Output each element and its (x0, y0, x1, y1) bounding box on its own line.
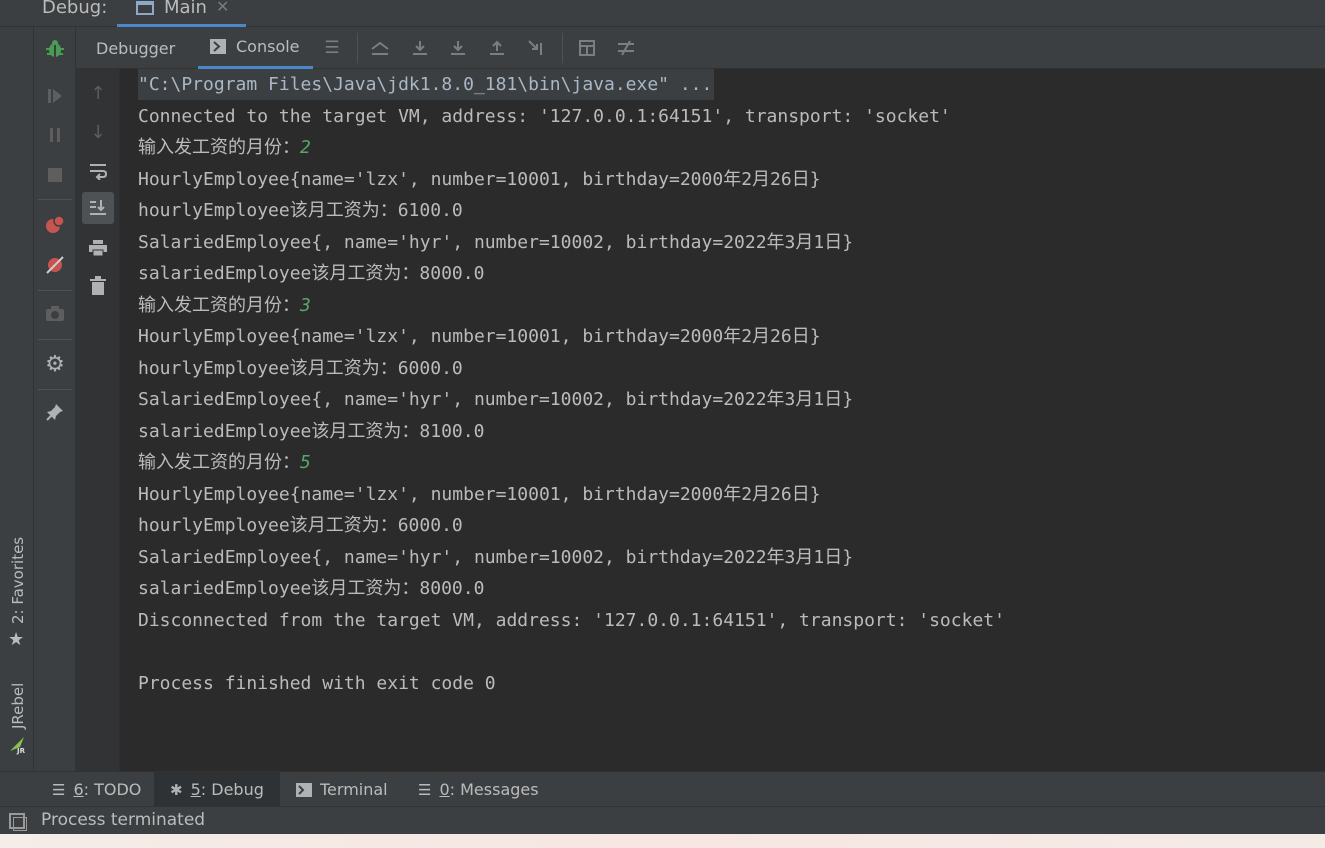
tab-debugger-label: Debugger (96, 38, 176, 58)
layout-menu-icon[interactable]: ☰ (320, 36, 344, 60)
status-text: Process terminated (41, 810, 206, 830)
separator (38, 199, 72, 200)
debugger-toolbar: Debugger Console ☰ (76, 27, 1325, 69)
debug-tab[interactable]: ✱ 5: Debug (154, 772, 280, 807)
show-execution-point-icon[interactable] (368, 36, 392, 60)
soft-wrap-icon[interactable] (82, 155, 114, 187)
messages-icon: ☰ (418, 780, 432, 799)
print-icon[interactable] (82, 232, 114, 264)
left-tool-strip: 2: Favorites ★ JRebel JR (0, 27, 34, 771)
step-into-icon[interactable] (446, 36, 470, 60)
stop-icon[interactable] (43, 163, 67, 187)
console-line: SalariedEmployee{, name='hyr', number=10… (138, 232, 854, 253)
terminal-icon (296, 782, 312, 797)
settings-gear-icon[interactable]: ⚙ (43, 352, 67, 377)
desktop-background (0, 834, 1325, 848)
separator (38, 290, 72, 291)
trash-icon[interactable] (82, 270, 114, 302)
console-line: HourlyEmployee{name='lzx', number=10001,… (138, 169, 821, 190)
console-line: HourlyEmployee{name='lzx', number=10001,… (138, 484, 821, 505)
console-line: hourlyEmployee该月工资为：6000.0 (138, 358, 463, 379)
console-line: hourlyEmployee该月工资为：6000.0 (138, 515, 463, 536)
separator (38, 339, 72, 340)
jrebel-badge: JR (17, 747, 25, 755)
run-tab-label: Main (164, 0, 207, 18)
console-line: 输入发工资的月份：5 (138, 452, 311, 473)
console-line: "C:\Program Files\Java\jdk1.8.0_181\bin\… (138, 69, 715, 100)
console-icon (210, 39, 226, 54)
run-to-cursor-icon[interactable] (525, 36, 549, 60)
jrebel-tab[interactable]: JRebel JR (0, 677, 34, 762)
pin-icon[interactable] (43, 400, 67, 424)
tab-debugger[interactable]: Debugger (96, 27, 175, 69)
console-line: HourlyEmployee{name='lzx', number=10001,… (138, 326, 821, 347)
favorites-label: 2: Favorites (9, 536, 27, 624)
debug-bug-icon[interactable] (43, 37, 67, 61)
console-line: salariedEmployee该月工资为：8000.0 (138, 578, 485, 599)
run-tab-main[interactable]: Main ✕ (117, 0, 246, 27)
tool-windows-icon[interactable] (9, 813, 27, 831)
jrebel-label: JRebel (9, 682, 27, 729)
console-line: 输入发工资的月份：2 (138, 137, 311, 158)
step-over-icon[interactable] (408, 36, 432, 60)
user-input: 3 (300, 295, 311, 316)
status-bar: Process terminated (0, 806, 1325, 834)
console-line: salariedEmployee该月工资为：8100.0 (138, 421, 485, 442)
debug-title-bar: Debug: Main ✕ (0, 0, 1325, 27)
application-icon (136, 1, 154, 15)
close-tab-icon[interactable]: ✕ (216, 0, 229, 16)
mute-breakpoints-icon[interactable] (43, 253, 67, 277)
console-line: SalariedEmployee{, name='hyr', number=10… (138, 547, 854, 568)
terminal-tab[interactable]: Terminal (288, 772, 396, 807)
console-line: Disconnected from the target VM, address… (138, 610, 1005, 631)
scroll-to-end-icon[interactable] (82, 192, 114, 224)
up-arrow-icon[interactable]: ↑ (82, 77, 114, 109)
messages-tab[interactable]: ☰ 0: Messages (410, 772, 547, 807)
tab-console[interactable]: Console (198, 27, 313, 69)
debug-actions-column: ⚙ (34, 27, 76, 771)
view-breakpoints-icon[interactable] (43, 213, 67, 237)
evaluate-expression-icon[interactable] (575, 36, 599, 60)
step-out-icon[interactable] (485, 36, 509, 60)
separator (562, 33, 563, 63)
separator (357, 33, 358, 63)
bug-icon: ✱ (170, 780, 183, 799)
debug-label: Debug: (42, 0, 108, 18)
separator (38, 389, 72, 390)
todo-tab[interactable]: ☰ 6: TODO (42, 772, 151, 807)
user-input: 5 (300, 452, 311, 473)
console-side-toolbar: ↑ ↓ (76, 69, 120, 771)
tab-console-label: Console (236, 37, 300, 56)
favorites-tab[interactable]: 2: Favorites ★ (0, 532, 34, 662)
console-output[interactable]: "C:\Program Files\Java\jdk1.8.0_181\bin\… (120, 69, 1325, 771)
resume-program-icon[interactable] (43, 84, 67, 108)
user-input: 2 (300, 137, 311, 158)
console-line: Connected to the target VM, address: '12… (138, 106, 951, 127)
pause-program-icon[interactable] (43, 123, 67, 147)
bottom-tool-bar: ☰ 6: TODO ✱ 5: Debug Terminal ☰ 0: Messa… (0, 771, 1325, 807)
console-line: Process finished with exit code 0 (138, 673, 496, 694)
console-line: SalariedEmployee{, name='hyr', number=10… (138, 389, 854, 410)
console-line: 输入发工资的月份：3 (138, 295, 311, 316)
list-icon: ☰ (52, 780, 66, 799)
star-icon: ★ (8, 629, 25, 650)
console-line: salariedEmployee该月工资为：8000.0 (138, 263, 485, 284)
down-arrow-icon[interactable]: ↓ (82, 116, 114, 148)
trace-current-stream-icon[interactable] (614, 36, 638, 60)
console-line: hourlyEmployee该月工资为：6100.0 (138, 200, 463, 221)
camera-icon[interactable] (43, 302, 67, 326)
